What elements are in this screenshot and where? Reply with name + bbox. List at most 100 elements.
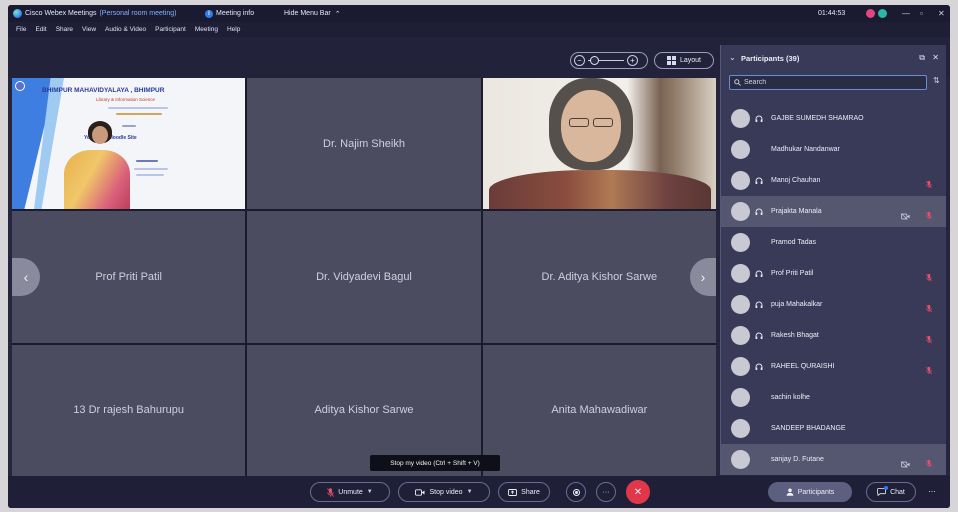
slide-subtitle: Library & Information Science xyxy=(96,97,156,102)
share-screen-icon xyxy=(508,488,518,496)
participant-name: Madhukar Nandanwar xyxy=(771,146,840,153)
avatar xyxy=(731,264,750,283)
video-tile[interactable]: Anita Mahawadiwar xyxy=(482,344,716,476)
muted-mic-icon[interactable] xyxy=(926,269,932,287)
close-icon[interactable]: ✕ xyxy=(938,5,945,22)
participant-search[interactable] xyxy=(729,75,927,90)
menu-item-view[interactable]: View xyxy=(82,26,96,33)
chevron-right-icon: › xyxy=(700,269,706,285)
zoom-in-button[interactable]: + xyxy=(627,55,638,66)
zoom-slider-knob[interactable] xyxy=(590,56,599,65)
participant-tile-name: Anita Mahawadiwar xyxy=(551,404,648,417)
avatar xyxy=(731,202,750,221)
sort-icon[interactable]: ⇅ xyxy=(933,76,940,85)
speaker-figure xyxy=(568,118,589,127)
collapse-chevron-icon[interactable]: ⌄ xyxy=(729,53,736,62)
video-tile[interactable]: Dr. Najim Sheikh xyxy=(247,78,481,210)
participant-row[interactable]: puja Mahakalkar xyxy=(721,289,946,320)
end-meeting-button[interactable]: ✕ xyxy=(626,480,650,504)
participant-row[interactable]: SANDEEP BHADANGE xyxy=(721,413,946,444)
zoom-control: − + xyxy=(570,52,648,69)
mic-off-icon xyxy=(327,487,335,497)
menu-item-participant[interactable]: Participant xyxy=(155,26,186,33)
participant-row[interactable]: Prof Priti Patil xyxy=(721,258,946,289)
muted-mic-icon[interactable] xyxy=(926,300,932,318)
title-bar: Cisco Webex Meetings (Personal room meet… xyxy=(8,5,950,22)
info-icon: i xyxy=(205,9,213,18)
avatar xyxy=(731,233,750,252)
chat-bubble-icon xyxy=(877,486,889,496)
menu-item-meeting[interactable]: Meeting xyxy=(195,26,218,33)
muted-mic-icon[interactable] xyxy=(926,207,932,225)
record-button[interactable] xyxy=(566,482,586,502)
hide-menu-bar-button[interactable]: Hide Menu Bar ⌃ xyxy=(284,5,341,22)
muted-mic-icon[interactable] xyxy=(926,362,932,380)
video-off-icon[interactable] xyxy=(901,455,910,473)
participant-name: Rakesh Bhagat xyxy=(771,332,819,339)
maximize-icon[interactable]: ▫ xyxy=(920,5,923,22)
share-button[interactable]: Share xyxy=(498,482,550,502)
layout-button[interactable]: Layout xyxy=(654,52,714,69)
more-options-button[interactable]: ··· xyxy=(596,482,616,502)
menu-item-edit[interactable]: Edit xyxy=(35,26,46,33)
participant-row[interactable]: Rakesh Bhagat xyxy=(721,320,946,351)
avatar xyxy=(731,388,750,407)
menu-item-file[interactable]: File xyxy=(16,26,26,33)
menu-item-audio-video[interactable]: Audio & Video xyxy=(105,26,146,33)
muted-mic-icon[interactable] xyxy=(926,455,932,473)
participant-row[interactable]: Pramod Tadas xyxy=(721,227,946,258)
participant-row[interactable]: Prajakta Manala xyxy=(721,196,946,227)
participant-name: Manoj Chauhan xyxy=(771,177,821,184)
participant-name: Prajakta Manala xyxy=(771,208,822,215)
hide-menu-bar-label: Hide Menu Bar xyxy=(284,10,331,17)
zoom-slider[interactable] xyxy=(588,56,624,65)
menu-bar: File Edit Share View Audio & Video Parti… xyxy=(8,22,950,37)
avatar xyxy=(731,419,750,438)
video-tile[interactable]: Prof Priti Patil xyxy=(12,211,246,343)
muted-mic-icon[interactable] xyxy=(926,331,932,349)
unmute-button[interactable]: Unmute ▼ xyxy=(310,482,390,502)
device-icon xyxy=(755,331,767,341)
video-tile[interactable]: Dr. Aditya Kishor Sarwe xyxy=(482,211,716,343)
chat-button[interactable]: Chat xyxy=(866,482,916,502)
meeting-timer: 01:44:53 xyxy=(818,10,846,17)
unmute-label: Unmute xyxy=(338,488,363,496)
shared-content-tile[interactable]: BHIMPUR MAHAVIDYALAYA , BHIMPUR Library … xyxy=(12,78,246,210)
muted-mic-icon[interactable] xyxy=(926,176,932,194)
minimize-icon[interactable]: — xyxy=(902,5,910,22)
participant-row[interactable]: GAJBE SUMEDH SHAMRAO xyxy=(721,103,946,134)
menu-item-share[interactable]: Share xyxy=(56,26,73,33)
participant-row[interactable]: sanjay D. Futane xyxy=(721,444,946,475)
pop-out-icon[interactable]: ⧉ xyxy=(919,53,925,63)
video-off-icon[interactable] xyxy=(901,207,910,225)
stop-video-button[interactable]: Stop video ▼ xyxy=(398,482,490,502)
avatar xyxy=(731,450,750,469)
participant-name: puja Mahakalkar xyxy=(771,301,823,308)
chevron-down-icon[interactable]: ▼ xyxy=(467,489,473,495)
participant-row[interactable]: sachin kolhe xyxy=(721,382,946,413)
search-input[interactable] xyxy=(741,79,911,86)
menu-item-help[interactable]: Help xyxy=(227,26,240,33)
college-logo-icon xyxy=(15,81,25,91)
video-tile[interactable]: Dr. Vidyadevi Bagul xyxy=(247,211,481,343)
avatar xyxy=(731,171,750,190)
speaker-figure xyxy=(488,170,711,210)
chevron-up-icon: ⌃ xyxy=(334,10,341,18)
zoom-out-button[interactable]: − xyxy=(574,55,585,66)
participant-row[interactable]: Manoj Chauhan xyxy=(721,165,946,196)
panel-more-button[interactable]: ⋯ xyxy=(924,482,940,502)
chevron-down-icon[interactable]: ▼ xyxy=(367,489,373,495)
camera-video-tile[interactable] xyxy=(482,78,716,210)
participant-tile-name: 13 Dr rajesh Bahurupu xyxy=(73,404,184,417)
participant-tile-name: Aditya Kishor Sarwe xyxy=(314,404,414,417)
participants-button[interactable]: Participants xyxy=(768,482,852,502)
close-panel-icon[interactable]: ✕ xyxy=(932,53,939,62)
participant-row[interactable]: RAHEEL QURAISHI xyxy=(721,351,946,382)
participant-name: sachin kolhe xyxy=(771,394,810,401)
device-icon xyxy=(755,362,767,372)
meeting-info-button[interactable]: i Meeting info xyxy=(205,5,254,22)
video-tile[interactable]: 13 Dr rajesh Bahurupu xyxy=(12,344,246,476)
participant-row[interactable]: Madhukar Nandanwar xyxy=(721,134,946,165)
participant-list: GAJBE SUMEDH SHAMRAO Madhukar Nandanwar Ma… xyxy=(721,103,946,475)
video-grid: BHIMPUR MAHAVIDYALAYA , BHIMPUR Library … xyxy=(12,78,716,476)
